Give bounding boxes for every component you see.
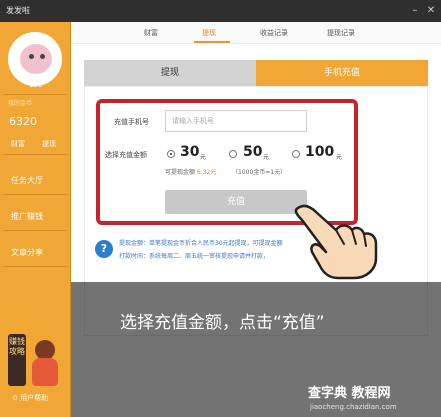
active-tab-indicator	[194, 41, 230, 43]
tab-withdraw-records[interactable]: 提现记录	[327, 28, 355, 38]
amount-label: 选择充值金额	[105, 151, 147, 159]
sidebar-divider	[4, 230, 67, 231]
question-icon: ?	[95, 240, 113, 258]
help-icon: ⊙	[12, 394, 18, 402]
recharge-button[interactable]: 充值	[165, 190, 307, 214]
amount-50-radio[interactable]	[229, 150, 237, 158]
subtab-withdraw[interactable]: 提现	[84, 60, 256, 86]
sidebar-divider	[4, 194, 67, 195]
avatar-face	[20, 44, 52, 74]
help-label: 用户帮助	[20, 394, 49, 402]
title-bar: 发发啦 – ✕	[0, 0, 441, 22]
available-label: 可提现金额	[165, 169, 196, 176]
watermark-domain: jiaocheng.chazidian.com	[310, 403, 397, 411]
phone-input[interactable]	[165, 110, 307, 132]
subtab-phone-recharge[interactable]: 手机充值	[256, 60, 428, 86]
amount-100-unit: 元	[336, 154, 343, 161]
tab-earnings-records[interactable]: 收益记录	[260, 28, 288, 38]
promo-character-head	[35, 340, 55, 360]
sidebar-item-article-share[interactable]: 文章分享	[11, 247, 43, 258]
avatar[interactable]	[8, 32, 62, 86]
top-tabs: 财富 提现 收益记录 提现记录	[71, 22, 441, 44]
wealth-link[interactable]: 财富	[11, 139, 25, 149]
pointing-hand-icon	[294, 204, 378, 280]
sidebar-item-promote[interactable]: 推广赚钱	[11, 211, 43, 222]
phone-label: 充值手机号	[114, 118, 149, 126]
amount-100-radio[interactable]	[292, 150, 300, 158]
amount-30-radio[interactable]	[167, 150, 175, 158]
username: 123	[28, 81, 43, 89]
amount-50-unit: 元	[263, 154, 270, 161]
watermark-site: 查字典 教程网	[308, 386, 391, 401]
site-watermark: 查字典 教程网 jiaocheng.chazidian.com	[308, 382, 438, 416]
tab-withdraw[interactable]: 提现	[202, 28, 216, 38]
available-value: 6.32元	[196, 169, 217, 176]
sidebar-divider	[4, 154, 67, 155]
withdraw-link[interactable]: 提现	[42, 139, 56, 149]
avatar-eye-left	[29, 54, 34, 59]
promo-badge[interactable]: 赚钱攻略	[8, 334, 26, 386]
promo-character-image	[28, 340, 62, 388]
help-link[interactable]: ⊙ 用户帮助	[12, 393, 48, 403]
gold-value: 6320	[9, 115, 37, 128]
close-icon[interactable]: ✕	[424, 4, 438, 18]
amount-30-unit: 元	[200, 154, 207, 161]
window-title: 发发啦	[6, 6, 30, 15]
tab-wealth[interactable]: 财富	[144, 28, 158, 38]
sidebar-item-task-hall[interactable]: 任务大厅	[11, 175, 43, 186]
gold-label: 我的金币	[8, 100, 33, 107]
amount-100-value[interactable]: 100	[305, 144, 334, 160]
available-amount: 可提现金额 6.32元	[165, 167, 216, 176]
amount-50-value[interactable]: 50	[243, 144, 262, 160]
amount-30-value[interactable]: 30	[180, 144, 199, 160]
promo-character-body	[32, 358, 58, 386]
exchange-rate-note: （1000金币=1元）	[232, 169, 287, 176]
avatar-eye-right	[40, 54, 45, 59]
minimize-icon[interactable]: –	[408, 4, 422, 18]
sidebar-divider	[4, 94, 67, 95]
sidebar-divider	[4, 266, 67, 267]
instruction-caption: 选择充值金额，点击“充值”	[120, 313, 325, 333]
